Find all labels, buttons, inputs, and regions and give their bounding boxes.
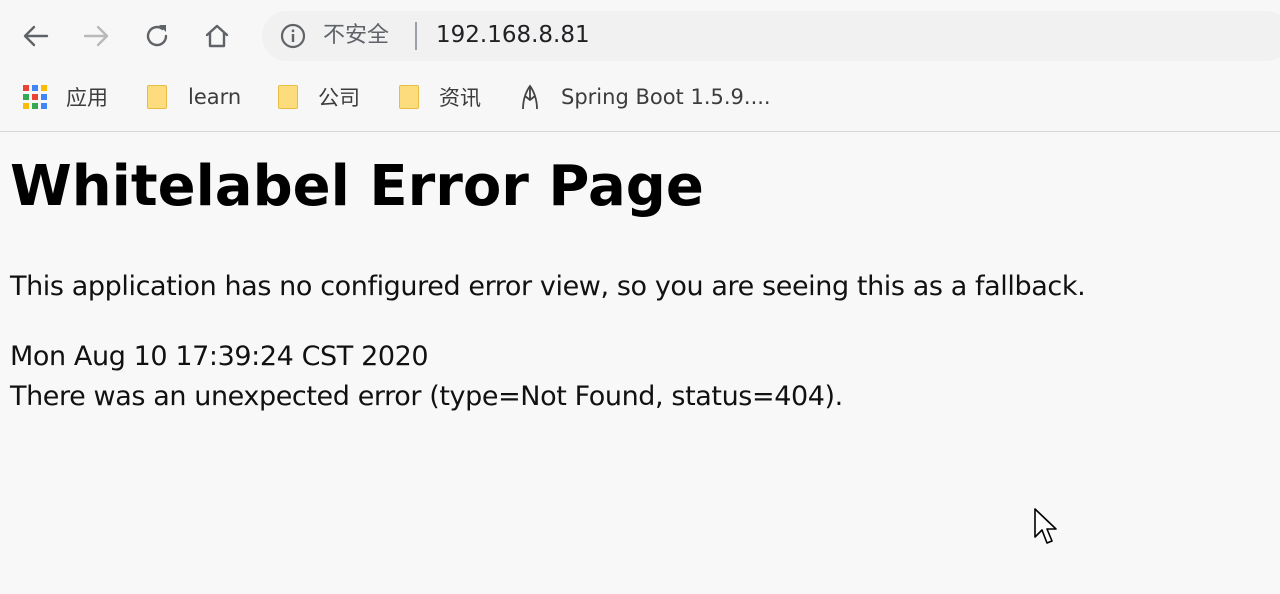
bookmark-news[interactable]: 资讯 — [399, 81, 481, 113]
error-description: This application has no configured error… — [10, 271, 1086, 302]
info-circle-icon[interactable] — [280, 23, 306, 49]
home-icon — [205, 24, 229, 48]
home-button[interactable] — [198, 17, 236, 55]
bookmark-label: Spring Boot 1.5.9.... — [561, 85, 771, 109]
url-text[interactable]: 192.168.8.81 — [436, 20, 590, 50]
folder-icon — [399, 85, 419, 109]
address-bar[interactable]: 不安全 192.168.8.81 — [262, 11, 1280, 61]
back-button[interactable] — [17, 17, 55, 55]
folder-icon — [278, 85, 298, 109]
spring-leaf-icon — [522, 84, 538, 110]
reload-button[interactable] — [138, 17, 176, 55]
bookmark-label: 应用 — [66, 86, 108, 110]
bookmark-learn[interactable]: learn — [147, 81, 241, 113]
apps-grid-icon — [23, 85, 47, 109]
bookmark-label: 资讯 — [439, 86, 481, 110]
back-arrow-icon — [23, 25, 49, 47]
bookmarks-bar: 应用 learn 公司 资讯 Spring Boot 1.5.9.... — [0, 72, 1280, 130]
bookmark-apps[interactable]: 应用 — [23, 81, 108, 113]
browser-toolbar: 不安全 192.168.8.81 — [0, 0, 1280, 72]
address-divider — [415, 22, 417, 50]
bookmark-label: 公司 — [318, 86, 360, 110]
bookmark-company[interactable]: 公司 — [278, 81, 360, 113]
folder-icon — [147, 85, 167, 109]
reload-icon — [146, 25, 168, 47]
security-status-label[interactable]: 不安全 — [323, 22, 389, 50]
bookmark-spring-boot[interactable]: Spring Boot 1.5.9.... — [519, 81, 771, 113]
bookmark-label: learn — [188, 85, 242, 109]
page-title: Whitelabel Error Page — [10, 154, 704, 219]
forward-arrow-icon — [83, 25, 109, 47]
error-message: There was an unexpected error (type=Not … — [10, 381, 843, 412]
mouse-pointer-icon — [1034, 508, 1057, 544]
forward-button[interactable] — [77, 17, 115, 55]
browser-chrome: 不安全 192.168.8.81 应用 learn 公司 资讯 Spring B… — [0, 0, 1280, 132]
error-timestamp: Mon Aug 10 17:39:24 CST 2020 — [10, 341, 429, 372]
